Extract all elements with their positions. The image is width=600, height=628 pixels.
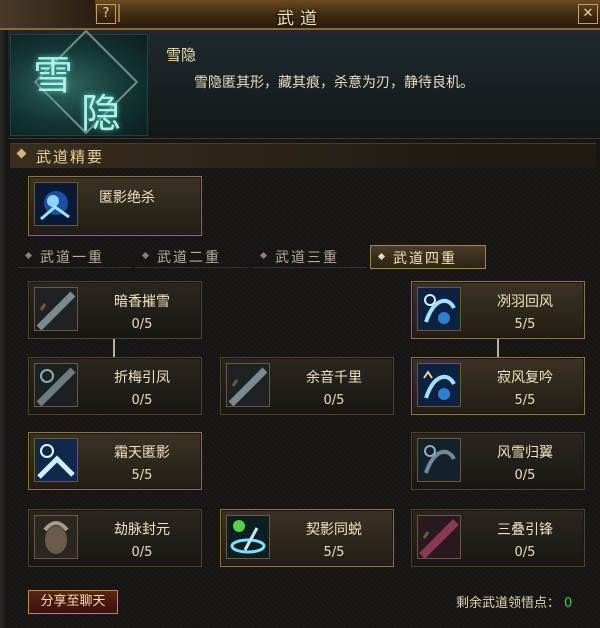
tab-label: 武道三重 (275, 250, 339, 266)
style-description: 雪隐匿其形，藏其痕，杀意为刃，静待良机。 (194, 75, 474, 91)
skill-card[interactable]: 暗香摧雪 0/5 (28, 281, 202, 339)
moon-slash-icon (34, 363, 78, 407)
skill-count: 5/5 (514, 317, 536, 332)
logo-glyph-1: 雪 (33, 53, 73, 99)
section-header: 武道精要 (10, 143, 596, 168)
skill-connector (497, 337, 499, 357)
skill-name: 折梅引凤 (114, 370, 170, 386)
skill-name: 劫脉封元 (114, 522, 170, 538)
skill-card[interactable]: 劫脉封元 0/5 (28, 509, 202, 567)
skill-card[interactable]: 冽羽回风 5/5 (411, 281, 585, 339)
close-button[interactable]: ✕ (578, 4, 598, 24)
tab-label: 武道四重 (393, 251, 457, 267)
title-bar[interactable]: ? 武道 ✕ (0, 0, 600, 30)
skill-card[interactable]: 折梅引凤 0/5 (28, 357, 202, 415)
tab-tier-4[interactable]: 武道四重 (370, 245, 486, 269)
tier-tabs: 武道一重 武道二重 武道三重 武道四重 (10, 245, 600, 269)
section-title: 武道精要 (36, 148, 105, 166)
skill-card[interactable]: 霜天匿影 5/5 (28, 432, 202, 490)
skill-count: 0/5 (131, 317, 153, 332)
skill-name: 冽羽回风 (497, 294, 553, 310)
slash-icon (34, 287, 78, 331)
tab-tier-2[interactable]: 武道二重 (135, 245, 249, 268)
skill-count: 0/5 (514, 545, 536, 560)
window-edge (0, 30, 8, 628)
skill-card[interactable]: 三叠引锋 0/5 (411, 509, 585, 567)
skill-name: 契影同蜕 (306, 522, 362, 538)
shadow-strike-icon (34, 182, 78, 226)
style-name: 雪隐 (166, 46, 197, 64)
skill-count: 5/5 (323, 545, 345, 560)
logo-glyph-2: 隐 (81, 91, 121, 137)
tab-tier-3[interactable]: 武道三重 (253, 245, 367, 268)
wudao-window: ? 武道 ✕ 雪 隐 雪隐 雪隐匿其形，藏其痕，杀意为刃，静待良机。 武道精要 … (0, 0, 600, 628)
skill-count: 5/5 (514, 393, 536, 408)
skill-name: 霜天匿影 (114, 445, 170, 461)
crimson-slash-icon (417, 515, 461, 559)
skill-count: 0/5 (131, 545, 153, 560)
tab-tier-1[interactable]: 武道一重 (18, 245, 132, 268)
skill-name: 风雪归翼 (497, 445, 553, 461)
frost-moon-icon (34, 438, 78, 482)
skill-count: 0/5 (131, 393, 153, 408)
skill-connector (113, 337, 115, 357)
wind-swirl-icon (417, 363, 461, 407)
skill-name: 寂风复吟 (497, 370, 553, 386)
diamond-bullet-icon (16, 148, 27, 159)
wind-swirl-icon (417, 287, 461, 331)
skill-name: 暗香摧雪 (114, 294, 170, 310)
skill-card[interactable]: 寂风复吟 5/5 (411, 357, 585, 415)
skill-name: 余音千里 (306, 370, 362, 386)
tab-label: 武道二重 (157, 250, 221, 266)
remaining-points-label: 剩余武道领悟点： (456, 596, 561, 611)
skill-card[interactable]: 风雪归翼 0/5 (411, 432, 585, 490)
wind-swirl-icon (417, 438, 461, 482)
skill-count: 0/5 (323, 393, 345, 408)
skill-count: 0/5 (514, 468, 536, 483)
tab-diamond-icon (24, 251, 33, 260)
tab-diamond-icon (377, 252, 386, 261)
tab-diamond-icon (141, 251, 150, 260)
share-to-chat-button[interactable]: 分享至聊天 (28, 590, 118, 614)
skill-card[interactable]: 契影同蜕 5/5 (220, 509, 394, 567)
slash-icon (226, 363, 270, 407)
skill-card[interactable]: 余音千里 0/5 (220, 357, 394, 415)
remaining-points-value: 0 (564, 596, 573, 611)
tab-label: 武道一重 (40, 250, 104, 266)
warrior-face-icon (34, 515, 78, 559)
skill-count: 5/5 (131, 468, 153, 483)
style-logo: 雪 隐 (10, 29, 148, 137)
core-skill-name: 匿影绝杀 (99, 190, 155, 206)
remaining-points: 剩余武道领悟点： 0 (456, 592, 572, 611)
window-title: 武道 (277, 9, 323, 29)
skill-name: 三叠引锋 (497, 522, 553, 538)
core-skill-card[interactable]: 匿影绝杀 (28, 176, 202, 236)
green-vortex-icon (226, 515, 270, 559)
tab-diamond-icon (259, 251, 268, 260)
